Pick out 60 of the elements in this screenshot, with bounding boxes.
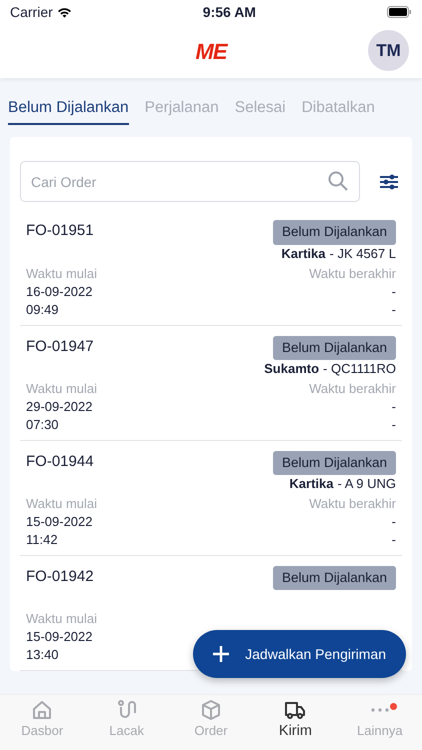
search-field[interactable]: Cari Order <box>20 161 360 202</box>
truck-icon <box>284 699 306 721</box>
end-date: - <box>392 513 396 531</box>
filter-icon[interactable] <box>380 174 398 190</box>
tab-bar-item[interactable]: Kirim <box>253 695 338 750</box>
route-icon <box>116 699 138 721</box>
vehicle-plate: - A 9 UNG <box>337 475 396 493</box>
status-badge: Belum Dijalankan <box>272 566 396 590</box>
tab[interactable]: Perjalanan <box>144 96 219 126</box>
end-label: Waktu berakhir <box>309 380 396 398</box>
wifi-icon <box>56 6 72 18</box>
carrier-label: Carrier <box>10 2 53 22</box>
status-badge: Belum Dijalankan <box>272 450 396 475</box>
start-date: 29-09-2022 <box>26 398 94 416</box>
status-badge: Belum Dijalankan <box>272 220 396 244</box>
end-time: - <box>392 416 396 434</box>
tab[interactable]: Dibatalkan <box>302 96 375 126</box>
box-icon <box>200 699 222 721</box>
more-icon <box>370 708 389 712</box>
start-time: 07:30 <box>26 416 60 434</box>
start-label: Waktu mulai <box>26 380 98 398</box>
tab-bar-item[interactable]: Order <box>168 695 254 750</box>
home-icon <box>31 699 54 721</box>
logo: ME <box>196 38 226 66</box>
end-time: - <box>392 300 396 318</box>
vehicle-plate: - JK 4567 L <box>330 244 396 262</box>
driver-name: Kartika <box>289 476 334 491</box>
start-time: 09:49 <box>26 300 60 318</box>
end-label: Waktu berakhir <box>309 495 396 513</box>
status-badge: Belum Dijalankan <box>272 336 396 360</box>
start-date: 15-09-2022 <box>26 628 94 646</box>
tab[interactable]: Selesai <box>234 96 286 126</box>
start-date: 16-09-2022 <box>26 282 94 300</box>
start-label: Waktu mulai <box>26 495 98 513</box>
schedule-button[interactable]: Jadwalkan Pengiriman <box>193 630 406 678</box>
order-id: FO-01944 <box>26 452 94 472</box>
avatar[interactable]: TM <box>368 30 409 71</box>
end-time: - <box>392 531 396 549</box>
tab-bar-item[interactable]: Dasbor <box>0 695 84 750</box>
start-date: 15-09-2022 <box>26 513 94 531</box>
tab-bar-item[interactable]: Lacak <box>84 695 169 750</box>
start-time: 11:42 <box>26 531 59 549</box>
start-label: Waktu mulai <box>26 610 98 628</box>
start-time: 13:40 <box>26 646 60 664</box>
search-icon <box>328 171 348 192</box>
order-id: FO-01942 <box>26 567 94 587</box>
start-label: Waktu mulai <box>26 264 98 282</box>
clock-time: 9:56 AM <box>202 2 256 22</box>
tab[interactable]: Belum Dijalankan <box>8 96 129 126</box>
end-date: - <box>392 282 396 300</box>
plus-icon <box>213 646 230 662</box>
order-id: FO-01951 <box>26 221 94 242</box>
driver-name: Sukamto <box>264 360 320 376</box>
end-date: - <box>392 398 396 416</box>
end-label: Waktu berakhir <box>309 264 396 282</box>
driver-name: Kartika <box>281 246 326 260</box>
tab-bar-item[interactable]: Lainnya <box>338 695 422 750</box>
vehicle-plate: - QC1111RO <box>323 360 396 378</box>
order-id: FO-01947 <box>26 336 94 356</box>
battery-icon <box>386 6 412 18</box>
